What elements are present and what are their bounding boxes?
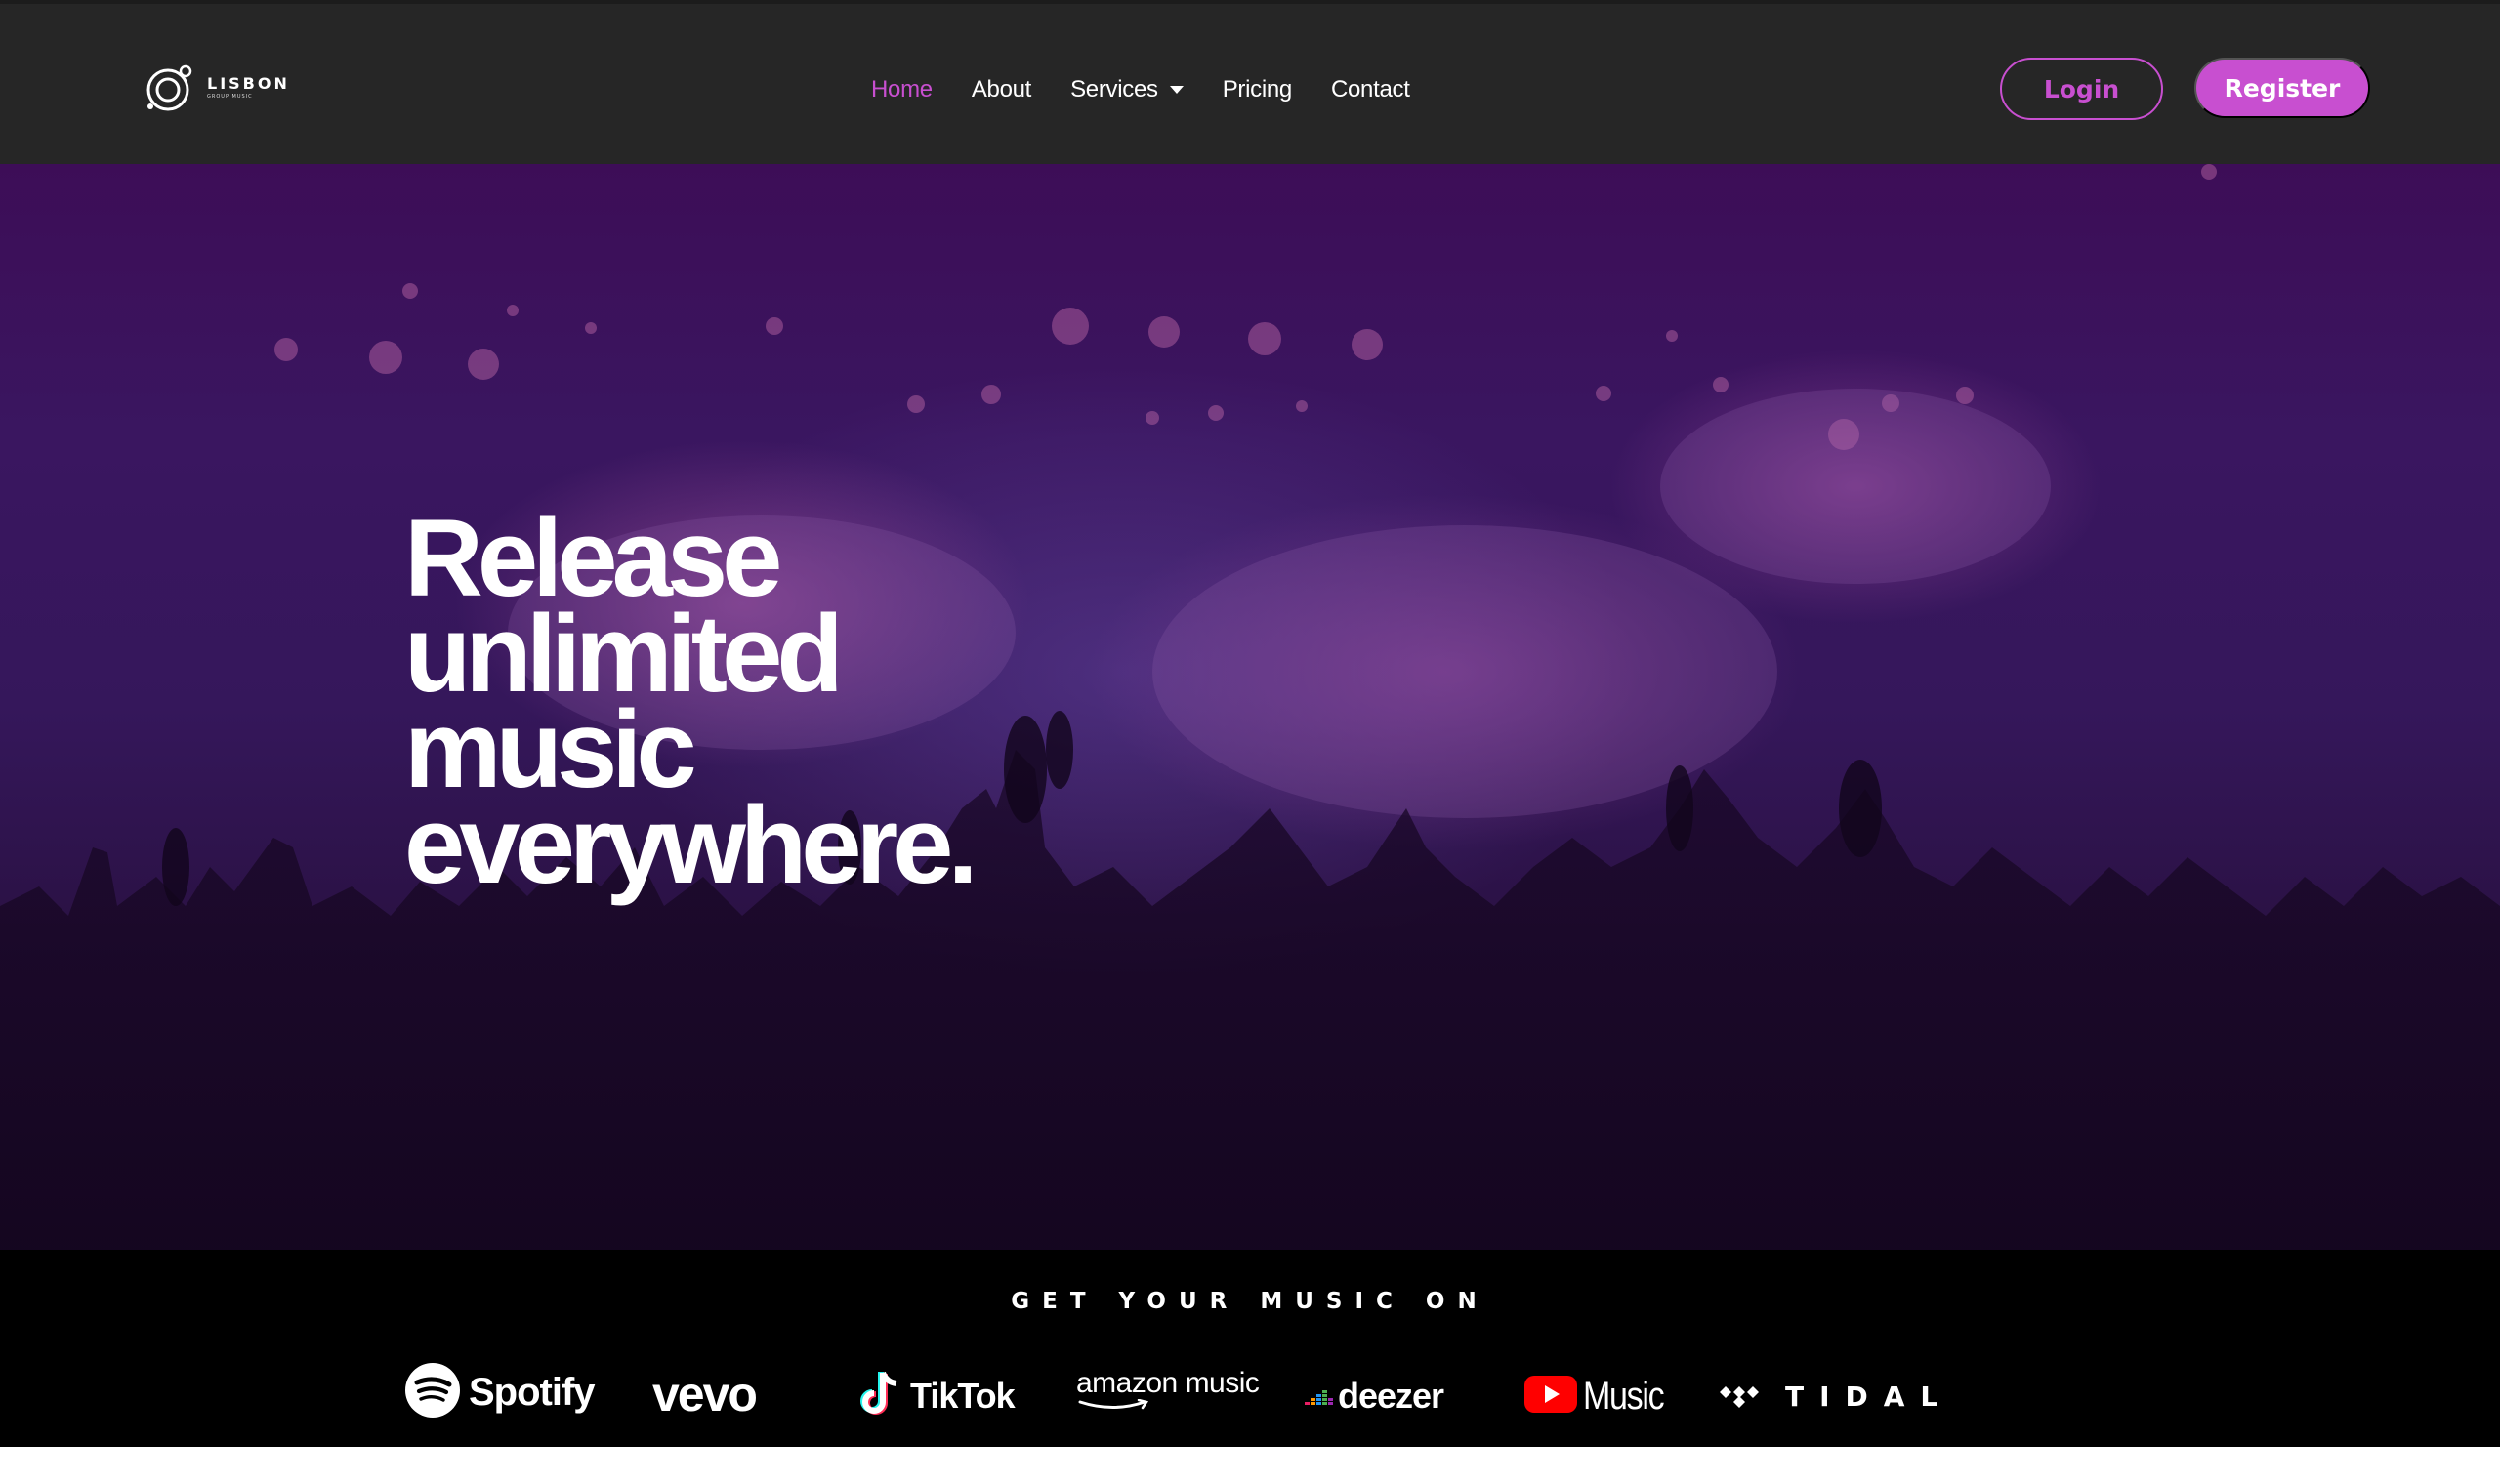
crowd-silhouette [0, 711, 2500, 1250]
deezer-label: deezer [1338, 1376, 1444, 1416]
login-button[interactable]: Login [2000, 58, 2163, 120]
nav-item-services-label: Services [1070, 76, 1158, 103]
deezer-bars-icon [1305, 1382, 1334, 1411]
platform-logo-deezer: deezer [1305, 1369, 1444, 1423]
main-nav: Home About Services Pricing Contact [871, 72, 1449, 107]
platform-logos: Spotify vevo TikTok amazon music deezer … [0, 1357, 2500, 1435]
platform-logo-tiktok: TikTok [852, 1357, 1022, 1435]
tiktok-icon [859, 1369, 902, 1424]
hero-headline: Release unlimited music everywhere. [404, 504, 979, 906]
spotify-label: Spotify [469, 1370, 596, 1414]
platform-logo-tidal: TIDAL [1719, 1369, 1953, 1423]
nav-item-pricing[interactable]: Pricing [1223, 76, 1293, 103]
logo-name: LISBON [207, 74, 290, 93]
logo-wordmark: LISBON GROUP MUSIC [207, 76, 290, 100]
amazon-smile-icon [1076, 1398, 1154, 1416]
hero-headline-line-4: everywhere. [404, 784, 979, 906]
platform-logo-spotify: Spotify [404, 1362, 596, 1423]
platforms-title: GET YOUR MUSIC ON [1011, 1289, 1489, 1314]
nav-item-services[interactable]: Services [1070, 76, 1184, 103]
tiktok-label: TikTok [910, 1376, 1016, 1416]
nav-item-home[interactable]: Home [871, 76, 933, 103]
platform-logo-youtube-music: Music [1524, 1369, 1678, 1423]
spotify-icon [404, 1362, 461, 1423]
youtube-music-label: Music [1583, 1374, 1665, 1418]
logo-subtitle: GROUP MUSIC [207, 94, 253, 100]
site-logo[interactable]: LISBON GROUP MUSIC [145, 61, 290, 115]
nav-item-about[interactable]: About [972, 76, 1032, 103]
site-header: LISBON GROUP MUSIC Home About Services P… [0, 0, 2500, 164]
platform-logo-vevo: vevo [652, 1365, 758, 1423]
hero-section: Release unlimited music everywhere. [0, 164, 2500, 1250]
tidal-diamonds-icon [1719, 1381, 1760, 1413]
register-button[interactable]: Register [2194, 58, 2370, 118]
platform-logo-amazon-music: amazon music [1076, 1367, 1260, 1418]
amazon-music-label: amazon music [1076, 1367, 1260, 1399]
platforms-section: GET YOUR MUSIC ON Spotify vevo TikTok am… [0, 1250, 2500, 1447]
orbit-ring-icon [145, 62, 195, 113]
chevron-down-icon [1169, 86, 1184, 94]
vevo-label: vevo [652, 1367, 758, 1422]
tidal-label: TIDAL [1785, 1380, 1954, 1413]
page-bottom-area [0, 1447, 2500, 1484]
youtube-play-icon [1524, 1375, 1577, 1418]
nav-item-contact[interactable]: Contact [1331, 76, 1410, 103]
